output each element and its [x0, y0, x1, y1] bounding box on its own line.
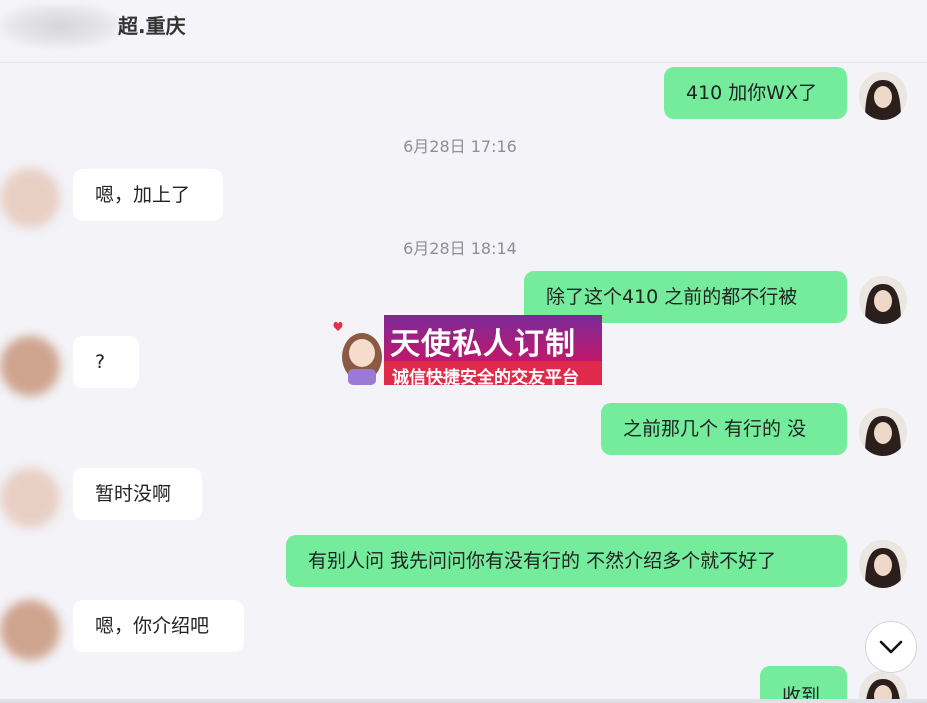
contact-avatar[interactable]	[0, 468, 60, 528]
watermark-title: 天使私人订制	[390, 327, 576, 362]
chat-header: 超.重庆	[0, 0, 927, 63]
my-avatar[interactable]	[859, 671, 907, 700]
message-incoming[interactable]: ?	[73, 336, 139, 388]
watermark-subtitle: 诚信快捷安全的交友平台	[392, 368, 579, 388]
message-outgoing[interactable]: 410 加你WX了	[664, 67, 847, 119]
message-outgoing[interactable]: 收到	[760, 666, 847, 700]
contact-avatar[interactable]	[0, 600, 60, 660]
chat-title: 超.重庆	[118, 14, 186, 38]
timestamp: 6月28日 18:14	[403, 239, 517, 258]
input-divider	[0, 699, 927, 703]
message-incoming[interactable]: 嗯，加上了	[73, 169, 223, 221]
watermark-logo: 天使私人订制 诚信快捷安全的交友平台	[326, 313, 602, 389]
contact-avatar[interactable]	[0, 336, 60, 396]
blurred-contact-name	[0, 4, 120, 48]
contact-avatar[interactable]	[0, 168, 60, 228]
my-avatar[interactable]	[859, 408, 907, 456]
timestamp: 6月28日 17:16	[403, 137, 517, 156]
message-incoming[interactable]: 嗯，你介绍吧	[73, 600, 244, 652]
chevron-down-icon	[879, 640, 903, 654]
my-avatar[interactable]	[859, 276, 907, 324]
message-outgoing[interactable]: 之前那几个 有行的 没	[601, 403, 847, 455]
my-avatar[interactable]	[859, 72, 907, 120]
my-avatar[interactable]	[859, 540, 907, 588]
scroll-to-bottom-button[interactable]	[865, 621, 917, 673]
message-outgoing[interactable]: 有别人问 我先问问你有没有行的 不然介绍多个就不好了	[286, 535, 847, 587]
message-incoming[interactable]: 暂时没啊	[73, 468, 202, 520]
